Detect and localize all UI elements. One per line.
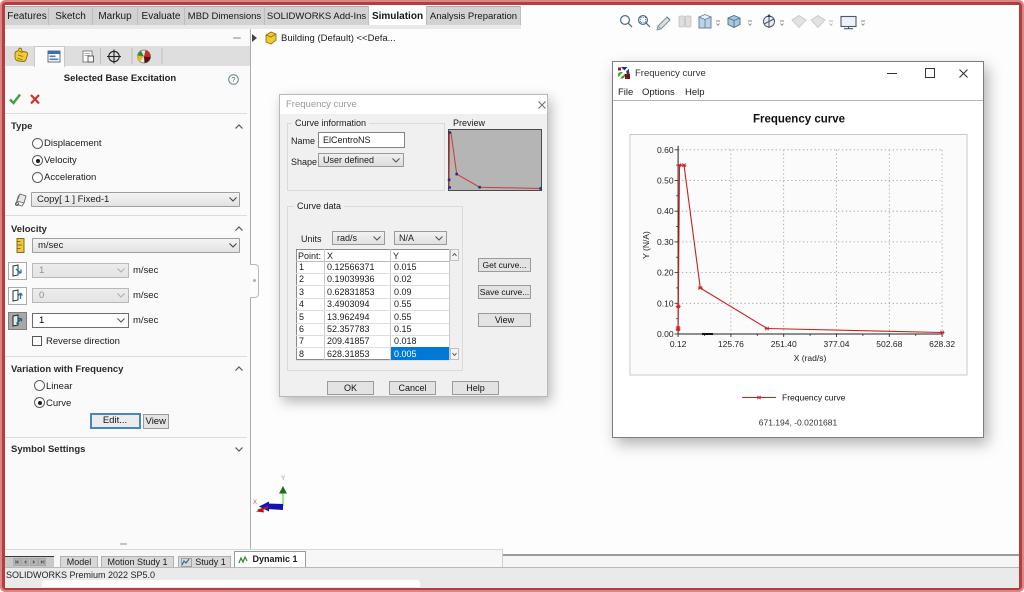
svg-text:671.194, -0.0201681: 671.194, -0.0201681: [759, 418, 838, 428]
svg-text:0.30: 0.30: [657, 237, 674, 247]
svg-text:377.04: 377.04: [824, 339, 850, 349]
svg-text:502.68: 502.68: [876, 339, 902, 349]
svg-text:0.10: 0.10: [657, 298, 674, 308]
svg-text:125.76: 125.76: [718, 339, 744, 349]
svg-text:0.12: 0.12: [670, 339, 687, 349]
svg-text:0.60: 0.60: [657, 145, 674, 155]
svg-text:0.50: 0.50: [657, 176, 674, 186]
svg-text:Frequency curve: Frequency curve: [753, 114, 845, 126]
svg-text:251.40: 251.40: [771, 339, 797, 349]
svg-text:0.00: 0.00: [657, 329, 674, 339]
svg-text:0.40: 0.40: [657, 206, 674, 216]
svg-text:Y (N/A): Y (N/A): [641, 231, 651, 259]
svg-text:Frequency curve: Frequency curve: [782, 393, 846, 403]
svg-text:X: X: [253, 500, 257, 506]
svg-text:0.20: 0.20: [657, 268, 674, 278]
svg-text:628.32: 628.32: [929, 339, 955, 349]
svg-text:X (rad/s): X (rad/s): [794, 353, 827, 363]
svg-text:Y: Y: [281, 475, 286, 482]
svg-text:?: ?: [231, 75, 235, 84]
